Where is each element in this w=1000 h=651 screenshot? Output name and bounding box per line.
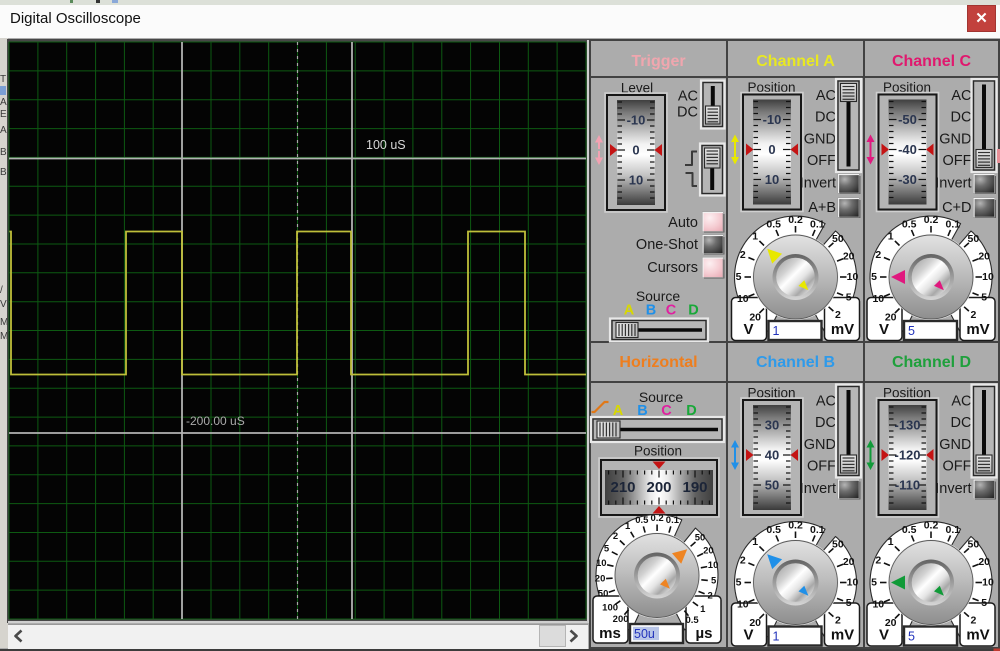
svg-text:100 uS: 100 uS [366,138,406,152]
svg-text:-200.00 uS: -200.00 uS [186,414,245,428]
